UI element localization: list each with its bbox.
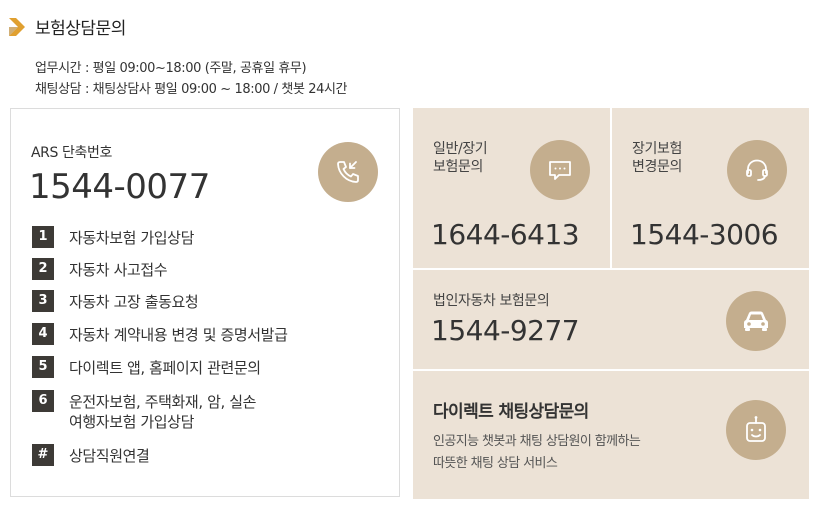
general-insurance-panel: 일반/장기 보험문의 1644-6413	[413, 108, 610, 268]
ars-label: ARS 단축번호	[31, 145, 112, 161]
ars-menu-text: 상담직원연결	[69, 447, 150, 465]
longterm-label-line1: 장기보험	[632, 141, 682, 157]
chevron-right-icon	[9, 18, 25, 36]
general-label-line1: 일반/장기	[433, 141, 488, 157]
headset-icon	[727, 140, 787, 200]
ars-menu-text: 자동차 사고접수	[69, 261, 168, 279]
ars-key-badge: 5	[32, 356, 54, 378]
robot-icon	[726, 400, 786, 460]
general-label: 일반/장기 보험문의	[433, 140, 488, 176]
business-hours-text: 업무시간 : 평일 09:00~18:00 (주말, 공휴일 휴무)	[35, 61, 307, 76]
page-title: 보험상담문의	[35, 19, 126, 39]
corporate-car-panel: 법인자동차 보험문의 1544-9277	[413, 270, 809, 369]
ars-menu-text: 자동차 고장 출동요청	[69, 293, 199, 311]
general-label-line2: 보험문의	[433, 159, 483, 175]
ars-key-badge: #	[32, 444, 54, 466]
chat-desc-line1: 인공지능 챗봇과 채팅 상담원이 함께하는	[433, 434, 641, 449]
chat-hours-text: 채팅상담 : 채팅상담사 평일 09:00 ~ 18:00 / 챗봇 24시간	[35, 82, 348, 97]
chat-bubble-icon	[530, 140, 590, 200]
ars-key-badge: 2	[32, 258, 54, 280]
chat-title[interactable]: 다이렉트 채팅상담문의	[433, 397, 589, 422]
ars-menu-text: 여행자보험 가입상담	[69, 413, 194, 431]
ars-number[interactable]: 1544-0077	[29, 167, 210, 207]
ars-key-badge: 1	[32, 226, 54, 248]
ars-panel: ARS 단축번호 1544-0077 1 자동차보험 가입상담 2 자동차 사고…	[10, 108, 400, 497]
longterm-number[interactable]: 1544-3006	[630, 218, 779, 251]
ars-key-badge: 6	[32, 390, 54, 412]
general-number[interactable]: 1644-6413	[431, 218, 580, 251]
ars-menu-text: 다이렉트 앱, 홈페이지 관련문의	[69, 359, 261, 377]
ars-menu-text: 자동차 계약내용 변경 및 증명서발급	[69, 326, 288, 344]
ars-menu-text: 운전자보험, 주택화재, 암, 실손	[69, 393, 257, 411]
car-icon	[726, 291, 786, 351]
direct-chat-panel[interactable]: 다이렉트 채팅상담문의 인공지능 챗봇과 채팅 상담원이 함께하는 따뜻한 채팅…	[413, 371, 809, 499]
longterm-label-line2: 변경문의	[632, 159, 682, 175]
chat-description: 인공지능 챗봇과 채팅 상담원이 함께하는 따뜻한 채팅 상담 서비스	[433, 431, 641, 475]
phone-call-icon	[318, 142, 378, 202]
ars-key-badge: 3	[32, 290, 54, 312]
corporate-number[interactable]: 1544-9277	[431, 314, 580, 347]
longterm-label: 장기보험 변경문의	[632, 140, 682, 176]
longterm-change-panel: 장기보험 변경문의 1544-3006	[612, 108, 809, 268]
ars-menu-text: 자동차보험 가입상담	[69, 229, 194, 247]
corporate-label: 법인자동차 보험문의	[433, 293, 550, 309]
ars-key-badge: 4	[32, 323, 54, 345]
chat-desc-line2: 따뜻한 채팅 상담 서비스	[433, 456, 558, 471]
